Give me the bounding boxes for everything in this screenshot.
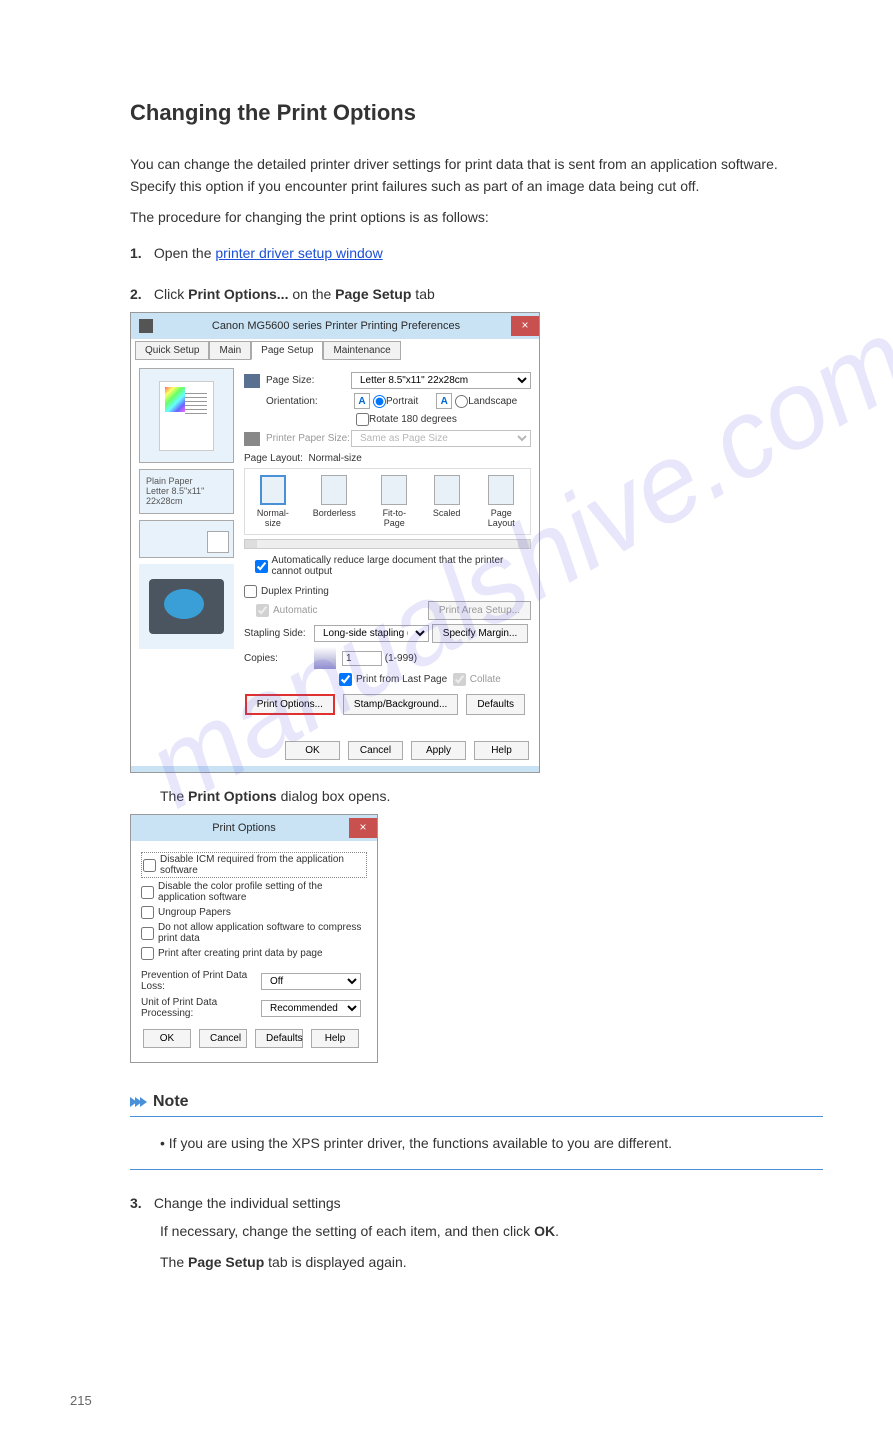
apply-button[interactable]: Apply — [411, 741, 466, 760]
hr-bottom — [130, 1169, 823, 1170]
print-options-button[interactable]: Print Options... — [245, 694, 335, 715]
orientation-label: Orientation: — [266, 396, 351, 407]
step2-num: 2. — [130, 286, 150, 302]
hr-top — [130, 1116, 823, 1117]
printer-paper-icon — [244, 432, 260, 446]
defaults-button[interactable]: Defaults — [255, 1029, 303, 1048]
step1-num: 1. — [130, 245, 150, 261]
help-button[interactable]: Help — [311, 1029, 359, 1048]
defaults-button[interactable]: Defaults — [466, 694, 525, 715]
disable-icm-checkbox[interactable] — [143, 859, 156, 872]
layout-page[interactable]: Page Layout — [482, 475, 520, 528]
page-size-select[interactable]: Letter 8.5"x11" 22x28cm — [351, 372, 531, 389]
ok-button[interactable]: OK — [285, 741, 340, 760]
duplex-checkbox[interactable] — [244, 585, 257, 598]
intro-p1: You can change the detailed printer driv… — [130, 156, 823, 172]
printer-icon — [139, 319, 153, 333]
portrait-icon: A — [354, 393, 370, 409]
printer-driver-link[interactable]: printer driver setup window — [215, 245, 382, 261]
ok-button[interactable]: OK — [143, 1029, 191, 1048]
intro-p3: The procedure for changing the print opt… — [130, 209, 823, 225]
step1-text: Open the — [154, 245, 216, 261]
close-icon[interactable]: × — [511, 316, 539, 336]
from-last-checkbox[interactable] — [339, 673, 352, 686]
chevron-icon — [130, 1097, 145, 1107]
automatic-checkbox — [256, 604, 269, 617]
stapling-select[interactable]: Long-side stapling (Left) — [314, 625, 429, 642]
paper-info: Plain Paper Letter 8.5"x11" 22x28cm — [139, 469, 234, 514]
print-after-creating-checkbox[interactable] — [141, 947, 154, 960]
paper-preview — [139, 368, 234, 463]
portrait-radio[interactable] — [373, 395, 386, 408]
stamp-background-button[interactable]: Stamp/Background... — [343, 694, 458, 715]
page-title: Changing the Print Options — [130, 100, 823, 126]
collate-checkbox — [453, 673, 466, 686]
page-number: 215 — [70, 1393, 823, 1408]
note-text: • If you are using the XPS printer drive… — [160, 1132, 823, 1154]
dlg1-title: Canon MG5600 series Printer Printing Pre… — [161, 320, 511, 332]
page-size-label: Page Size: — [266, 375, 351, 386]
cancel-button[interactable]: Cancel — [199, 1029, 247, 1048]
intro-p2: Specify this option if you encounter pri… — [130, 178, 823, 194]
layout-normal[interactable]: Normal-size — [255, 475, 291, 528]
rotate-checkbox[interactable] — [356, 413, 369, 426]
cancel-button[interactable]: Cancel — [348, 741, 403, 760]
layout-scrollbar[interactable] — [244, 539, 531, 549]
landscape-icon: A — [436, 393, 452, 409]
printer-paper-select: Same as Page Size — [351, 430, 531, 447]
step-3: 3. Change the individual settings — [130, 1195, 823, 1211]
tab-quick-setup[interactable]: Quick Setup — [135, 341, 209, 360]
pdl-select[interactable]: Off — [261, 973, 361, 990]
step-1: 1. Open the printer driver setup window — [130, 245, 823, 261]
step3-num: 3. — [130, 1195, 150, 1211]
upd-select[interactable]: Recommended — [261, 1000, 361, 1017]
print-area-button: Print Area Setup... — [428, 601, 531, 620]
close-icon[interactable]: × — [349, 818, 377, 838]
landscape-radio[interactable] — [455, 395, 468, 408]
media-selector[interactable] — [139, 520, 234, 558]
no-compress-checkbox[interactable] — [141, 927, 154, 940]
dlg2-title: Print Options — [139, 822, 349, 834]
step-2: 2. Click Print Options... on the Page Se… — [130, 286, 823, 302]
layout-scaled[interactable]: Scaled — [433, 475, 461, 528]
tab-maintenance[interactable]: Maintenance — [323, 341, 400, 360]
note-title: Note — [153, 1093, 189, 1111]
disable-color-profile-checkbox[interactable] — [141, 886, 154, 899]
help-button[interactable]: Help — [474, 741, 529, 760]
auto-reduce-checkbox[interactable] — [255, 560, 268, 573]
layout-borderless[interactable]: Borderless — [313, 475, 356, 528]
copies-icon — [314, 647, 336, 669]
tab-page-setup[interactable]: Page Setup — [251, 341, 323, 360]
tab-main[interactable]: Main — [209, 341, 251, 360]
copies-spinner[interactable]: 1 — [342, 651, 382, 666]
print-options-dialog: Print Options × Disable ICM required fro… — [130, 814, 378, 1063]
dlg2-intro: The Print Options dialog box opens. — [160, 788, 823, 804]
ungroup-papers-checkbox[interactable] — [141, 906, 154, 919]
layout-icons-row: Normal-size Borderless Fit-to-Page Scale… — [244, 468, 531, 535]
print-preferences-dialog: Canon MG5600 series Printer Printing Pre… — [130, 312, 540, 773]
specify-margin-button[interactable]: Specify Margin... — [432, 624, 528, 643]
page-size-icon — [244, 374, 260, 388]
layout-fit[interactable]: Fit-to-Page — [378, 475, 411, 528]
printer-illustration — [139, 564, 234, 649]
step3-line1: If necessary, change the setting of each… — [160, 1221, 823, 1242]
